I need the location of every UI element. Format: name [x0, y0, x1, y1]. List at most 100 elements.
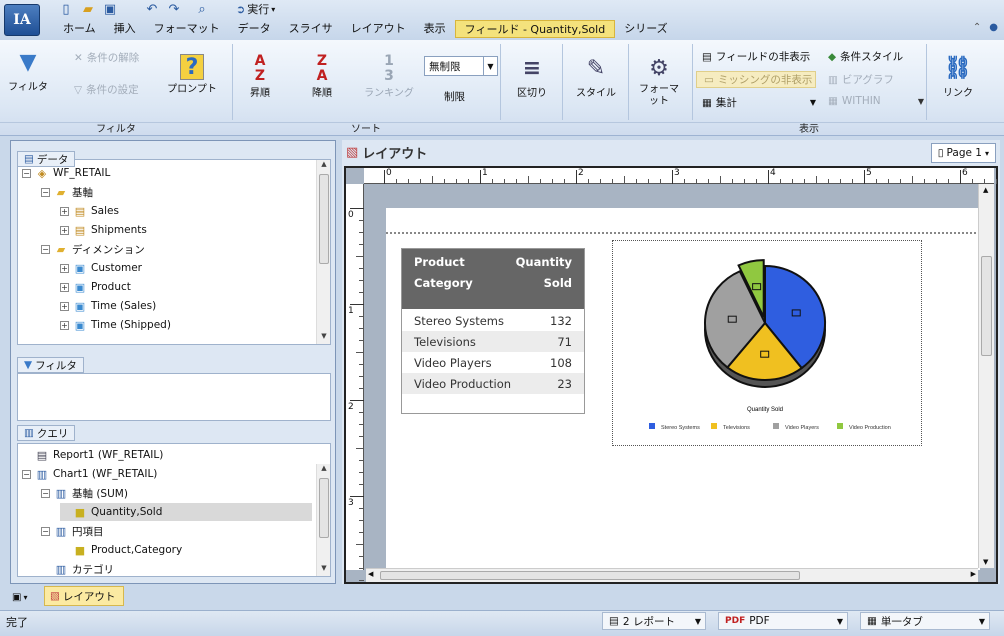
page-selector[interactable]: ▯ Page 1 ▾	[930, 143, 996, 163]
expand-toggle-icon[interactable]: +	[60, 320, 69, 330]
hide-missing-button[interactable]: ▭ ミッシングの非表示	[704, 72, 812, 87]
prompt-button[interactable]: ? プロンプト	[164, 54, 220, 95]
app-logo[interactable]: IA	[4, 4, 40, 36]
ranking-button[interactable]: 13 ランキング	[362, 54, 416, 100]
save-icon[interactable]: ▣	[102, 2, 118, 18]
vertical-scrollbar[interactable]: ▲ ▼	[978, 184, 994, 568]
undo-icon[interactable]: ↶	[144, 2, 160, 18]
table-row[interactable]: Video Players 108	[402, 352, 584, 373]
scroll-right-icon[interactable]: ▶	[971, 570, 976, 578]
scroll-down-icon[interactable]: ▼	[317, 332, 331, 344]
header-quantity[interactable]: Quantity	[516, 255, 572, 269]
remove-condition-button[interactable]: ✕ 条件の解除	[74, 50, 139, 65]
menu-tab-5[interactable]: レイアウト	[342, 20, 415, 38]
tree-item[interactable]: + ▣ Customer	[60, 259, 142, 277]
scroll-thumb[interactable]	[319, 174, 329, 264]
query-scrollbar[interactable]: ▲ ▼	[316, 464, 330, 576]
hide-field-button[interactable]: ▤ フィールドの非表示	[702, 49, 810, 64]
scroll-up-icon[interactable]: ▲	[317, 464, 331, 476]
horizontal-scrollbar[interactable]: ◀ ▶	[366, 568, 978, 582]
expand-toggle-icon[interactable]: −	[22, 469, 31, 479]
tree-item[interactable]: ■ Product,Category	[60, 541, 182, 559]
tree-item[interactable]: ▥ カテゴリ	[41, 560, 114, 578]
tree-item[interactable]: + ▣ Time (Sales)	[60, 297, 156, 315]
data-scrollbar[interactable]: ▲ ▼	[316, 160, 330, 344]
report-count-select[interactable]: ▤ 2 レポート ▼	[602, 612, 706, 630]
tree-item[interactable]: − ▥ 円項目	[41, 522, 104, 540]
aggregate-button[interactable]: ▦ 集計 ▼	[702, 95, 816, 110]
menu-tab-3[interactable]: データ	[229, 20, 280, 38]
scroll-down-icon[interactable]: ▼	[317, 564, 331, 576]
break-button[interactable]: ≡ 区切り	[508, 54, 556, 99]
menu-tab-1[interactable]: 挿入	[105, 20, 145, 38]
help-icon[interactable]: ●	[989, 22, 998, 33]
ruler-subtick	[948, 179, 949, 184]
set-condition-button[interactable]: ▽ 条件の設定	[74, 82, 139, 97]
scroll-up-icon[interactable]: ▲	[317, 160, 331, 172]
bottom-tab-layout[interactable]: ▧ レイアウト	[44, 586, 124, 606]
expand-toggle-icon[interactable]: +	[60, 206, 69, 216]
style-button[interactable]: ✎ スタイル	[570, 54, 622, 99]
format-button[interactable]: ⚙ フォーマット	[636, 54, 682, 108]
limit-select[interactable]: 無制限 ▼	[424, 56, 498, 76]
menu-tab-6[interactable]: 表示	[415, 20, 455, 38]
filter-button[interactable]: ▼ フィルタ	[8, 48, 48, 93]
scroll-down-icon[interactable]: ▼	[983, 558, 988, 566]
expand-toggle-icon[interactable]: +	[60, 301, 69, 311]
chart-container[interactable]: Quantity Sold Stereo Systems Televisions Vi…	[612, 240, 922, 446]
header-category[interactable]: Category	[414, 276, 473, 290]
tree-item[interactable]: ▤ Report1 (WF_RETAIL)	[22, 446, 164, 464]
expand-toggle-icon[interactable]: −	[41, 526, 50, 536]
conditional-style-button[interactable]: ◆ 条件スタイル	[828, 49, 903, 64]
open-folder-icon[interactable]: ▰	[80, 2, 96, 18]
scroll-left-icon[interactable]: ◀	[368, 570, 373, 578]
bar-graph-button[interactable]: ▥ ビアグラフ	[828, 72, 894, 87]
menu-tab-0[interactable]: ホーム	[54, 20, 105, 38]
redo-icon[interactable]: ↷	[166, 2, 182, 18]
tree-item[interactable]: ■ Quantity,Sold	[60, 503, 312, 521]
pie-chart[interactable]: Quantity Sold Stereo Systems Televisions Vi…	[613, 241, 923, 447]
menu-tab-2[interactable]: フォーマット	[145, 20, 229, 38]
table-row[interactable]: Televisions 71	[402, 331, 584, 352]
header-sold[interactable]: Sold	[544, 276, 572, 290]
tree-item[interactable]: + ▤ Sales	[60, 202, 119, 220]
scroll-up-icon[interactable]: ▲	[983, 186, 988, 194]
view-switch-button[interactable]: ▣ ▾	[12, 588, 40, 606]
table-row[interactable]: Video Production 23	[402, 373, 584, 394]
within-button[interactable]: ▦ WITHIN ▼	[828, 95, 924, 107]
minimize-ribbon-icon[interactable]: ⌃	[973, 22, 981, 33]
expand-toggle-icon[interactable]: −	[41, 488, 50, 498]
new-file-icon[interactable]: ▯	[58, 2, 74, 18]
tree-item[interactable]: − ▥ Chart1 (WF_RETAIL)	[22, 465, 157, 483]
expand-toggle-icon[interactable]: −	[41, 244, 50, 254]
layout-canvas[interactable]: 0123456 0123 Product Category Quantity S…	[344, 166, 998, 584]
preview-icon[interactable]: ⌕	[194, 2, 210, 18]
scroll-thumb[interactable]	[319, 478, 329, 538]
tree-item[interactable]: + ▣ Time (Shipped)	[60, 316, 171, 334]
tree-item[interactable]: − ▰ ディメンション	[41, 240, 145, 258]
run-button[interactable]: ➲ 実行 ▾	[236, 1, 275, 17]
expand-toggle-icon[interactable]: +	[60, 282, 69, 292]
menu-tab-7[interactable]: フィールド - Quantity,Sold	[454, 20, 616, 38]
expand-toggle-icon[interactable]: +	[60, 225, 69, 235]
sort-descending-button[interactable]: ZA 降順	[302, 54, 342, 100]
link-button[interactable]: ⛓ リンク	[934, 54, 982, 99]
output-format-select[interactable]: PDF PDF ▼	[718, 612, 848, 630]
report-table[interactable]: Product Category Quantity Sold Stereo Sy…	[401, 248, 585, 414]
tree-item[interactable]: − ▥ 基軸 (SUM)	[41, 484, 128, 502]
scroll-thumb[interactable]	[380, 571, 800, 580]
tree-item[interactable]: + ▤ Shipments	[60, 221, 147, 239]
expand-toggle-icon[interactable]: −	[22, 168, 31, 178]
tree-item[interactable]: + ▣ Product	[60, 278, 131, 296]
tree-item[interactable]: − ▰ 基軸	[41, 183, 93, 201]
header-product[interactable]: Product	[414, 255, 465, 269]
ruler-subtick	[924, 179, 925, 184]
menu-tab-8[interactable]: シリーズ	[615, 20, 676, 38]
table-row[interactable]: Stereo Systems 132	[402, 310, 584, 331]
expand-toggle-icon[interactable]: −	[41, 187, 50, 197]
tab-mode-select[interactable]: ▦ 単一タブ ▼	[860, 612, 990, 630]
scroll-thumb[interactable]	[981, 256, 992, 356]
sort-ascending-button[interactable]: AZ 昇順	[240, 54, 280, 100]
expand-toggle-icon[interactable]: +	[60, 263, 69, 273]
menu-tab-4[interactable]: スライサ	[280, 20, 342, 38]
